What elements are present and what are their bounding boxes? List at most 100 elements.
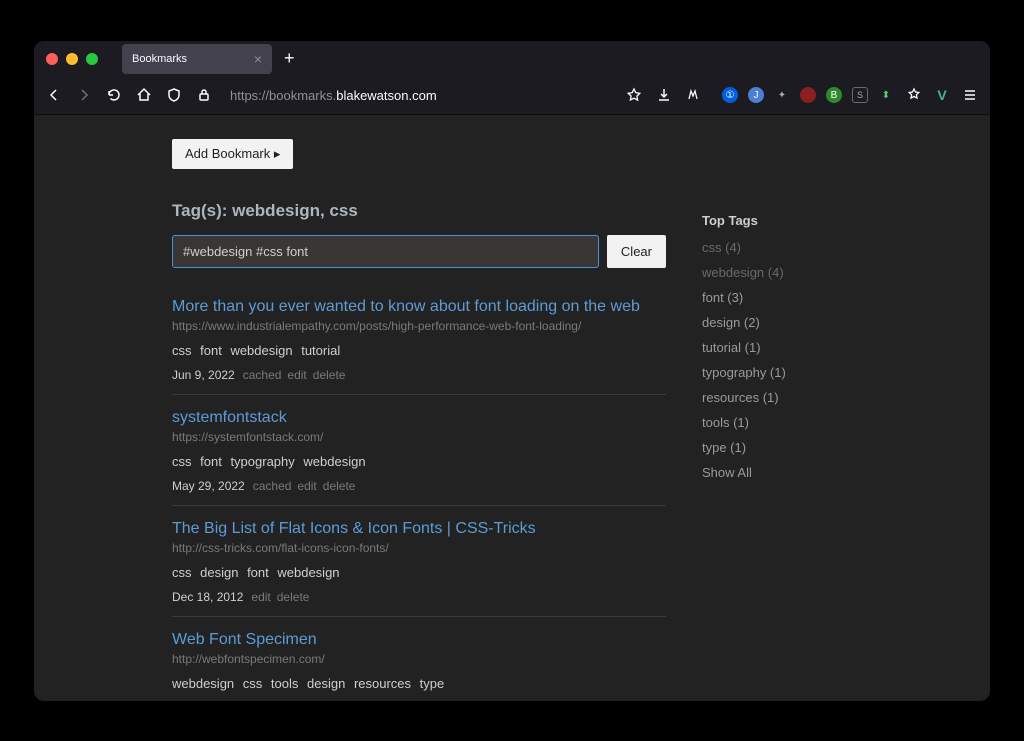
top-tag-item[interactable]: font (3) — [702, 290, 852, 305]
bookmark-title[interactable]: More than you ever wanted to know about … — [172, 298, 666, 316]
menu-icon[interactable] — [960, 85, 980, 105]
bookmark-tag[interactable]: css — [172, 565, 192, 580]
bookmark-url[interactable]: http://webfontspecimen.com/ — [172, 652, 666, 666]
bookmark-url[interactable]: http://css-tricks.com/flat-icons-icon-fo… — [172, 541, 666, 555]
bookmark-item: The Big List of Flat Icons & Icon Fonts … — [172, 520, 666, 617]
bookmark-action-edit[interactable]: edit — [251, 590, 270, 604]
clear-button[interactable]: Clear — [607, 235, 666, 268]
bookmark-action-cached[interactable]: cached — [253, 479, 292, 493]
bookmark-title[interactable]: The Big List of Flat Icons & Icon Fonts … — [172, 520, 666, 538]
extension-icons: ① J ✦ B S ⬍ V — [722, 85, 980, 105]
sidebar: Top Tags css (4) webdesign (4) font (3) des… — [702, 139, 852, 701]
window-controls — [46, 53, 98, 65]
back-button[interactable] — [44, 85, 64, 105]
lock-icon[interactable] — [194, 85, 214, 105]
top-tag-item[interactable]: tools (1) — [702, 415, 852, 430]
ext-icon-8[interactable] — [904, 85, 924, 105]
bookmark-date: Dec 18, 2012 — [172, 590, 243, 604]
bookmark-meta: May 29, 2022 cached edit delete — [172, 479, 666, 493]
browser-window: Bookmarks × + https://bookmarks.blakewat… — [34, 41, 990, 701]
bookmark-tag[interactable]: font — [247, 565, 269, 580]
bookmark-url[interactable]: https://www.industrialempathy.com/posts/… — [172, 319, 666, 333]
search-row: Clear — [172, 235, 666, 268]
bookmark-tag[interactable]: tutorial — [301, 343, 340, 358]
bookmark-tag[interactable]: css — [243, 676, 263, 691]
top-tag-item[interactable]: design (2) — [702, 315, 852, 330]
bookmark-title[interactable]: systemfontstack — [172, 409, 666, 427]
top-tags-heading: Top Tags — [702, 213, 852, 228]
bookmark-tags: css font webdesign tutorial — [172, 343, 666, 358]
forward-button[interactable] — [74, 85, 94, 105]
main-column: Add Bookmark ▸ Tag(s): webdesign, css Cl… — [172, 139, 666, 701]
bookmark-tags: css font typography webdesign — [172, 454, 666, 469]
ext-icon-5[interactable]: B — [826, 87, 842, 103]
bookmark-tag[interactable]: design — [200, 565, 238, 580]
ext-icon-7[interactable]: ⬍ — [878, 87, 894, 103]
bookmark-tag[interactable]: typography — [230, 454, 294, 469]
top-tag-item[interactable]: css (4) — [702, 240, 852, 255]
bookmark-tag[interactable]: font — [200, 454, 222, 469]
bookmark-item: More than you ever wanted to know about … — [172, 298, 666, 395]
downloads-icon[interactable] — [654, 85, 674, 105]
minimize-window-icon[interactable] — [66, 53, 78, 65]
bookmark-url[interactable]: https://systemfontstack.com/ — [172, 430, 666, 444]
bookmark-tag[interactable]: design — [307, 676, 345, 691]
tab-bar: Bookmarks × + — [34, 41, 990, 77]
close-window-icon[interactable] — [46, 53, 58, 65]
top-tag-item[interactable]: tutorial (1) — [702, 340, 852, 355]
vue-devtools-icon[interactable]: V — [934, 87, 950, 103]
bookmark-date: Jun 9, 2022 — [172, 368, 235, 382]
bookmark-tag[interactable]: tools — [271, 676, 298, 691]
top-tag-item[interactable]: resources (1) — [702, 390, 852, 405]
ext-icon-4[interactable] — [800, 87, 816, 103]
new-tab-button[interactable]: + — [284, 48, 295, 69]
bookmark-action-delete[interactable]: delete — [277, 590, 310, 604]
browser-tab[interactable]: Bookmarks × — [122, 44, 272, 74]
bookmark-tag[interactable]: webdesign — [172, 676, 234, 691]
bookmark-date: May 29, 2022 — [172, 479, 245, 493]
page-heading: Tag(s): webdesign, css — [172, 201, 666, 221]
tag-list: css (4) webdesign (4) font (3) design (2) tu… — [702, 240, 852, 455]
bookmark-title[interactable]: Web Font Specimen — [172, 631, 666, 649]
bookmark-meta: Jun 9, 2022 cached edit delete — [172, 368, 666, 382]
url-text: https://bookmarks.blakewatson.com — [230, 88, 437, 103]
bookmark-tag[interactable]: webdesign — [230, 343, 292, 358]
bookmark-tags: css design font webdesign — [172, 565, 666, 580]
bookmark-list: More than you ever wanted to know about … — [172, 298, 666, 701]
bookmark-action-edit[interactable]: edit — [287, 368, 306, 382]
extension-icon[interactable] — [684, 85, 704, 105]
bookmark-tag[interactable]: resources — [354, 676, 411, 691]
search-input[interactable] — [172, 235, 599, 268]
bookmark-tag[interactable]: font — [200, 343, 222, 358]
bookmark-action-edit[interactable]: edit — [297, 479, 316, 493]
bookmark-tag[interactable]: css — [172, 343, 192, 358]
bookmark-action-delete[interactable]: delete — [323, 479, 356, 493]
bookmark-action-cached[interactable]: cached — [243, 368, 282, 382]
shield-icon[interactable] — [164, 85, 184, 105]
ext-icon-1[interactable]: ① — [722, 87, 738, 103]
ext-icon-2[interactable]: J — [748, 87, 764, 103]
show-all-link[interactable]: Show All — [702, 465, 852, 480]
bookmark-tag[interactable]: css — [172, 454, 192, 469]
bookmark-tag[interactable]: webdesign — [303, 454, 365, 469]
address-bar[interactable]: https://bookmarks.blakewatson.com — [224, 84, 614, 107]
top-tag-item[interactable]: webdesign (4) — [702, 265, 852, 280]
tab-title: Bookmarks — [132, 53, 187, 65]
ext-icon-3[interactable]: ✦ — [774, 87, 790, 103]
home-button[interactable] — [134, 85, 154, 105]
bookmark-meta: Dec 18, 2012 edit delete — [172, 590, 666, 604]
bookmark-item: Web Font Specimen http://webfontspecimen… — [172, 631, 666, 701]
bookmark-tag[interactable]: webdesign — [277, 565, 339, 580]
browser-toolbar: https://bookmarks.blakewatson.com ① J ✦ … — [34, 77, 990, 115]
top-tag-item[interactable]: typography (1) — [702, 365, 852, 380]
maximize-window-icon[interactable] — [86, 53, 98, 65]
top-tag-item[interactable]: type (1) — [702, 440, 852, 455]
page-content: Add Bookmark ▸ Tag(s): webdesign, css Cl… — [34, 115, 990, 701]
close-tab-icon[interactable]: × — [254, 51, 262, 67]
bookmark-action-delete[interactable]: delete — [313, 368, 346, 382]
reload-button[interactable] — [104, 85, 124, 105]
bookmark-star-icon[interactable] — [624, 85, 644, 105]
add-bookmark-button[interactable]: Add Bookmark ▸ — [172, 139, 293, 169]
bookmark-tag[interactable]: type — [420, 676, 445, 691]
ext-icon-6[interactable]: S — [852, 87, 868, 103]
